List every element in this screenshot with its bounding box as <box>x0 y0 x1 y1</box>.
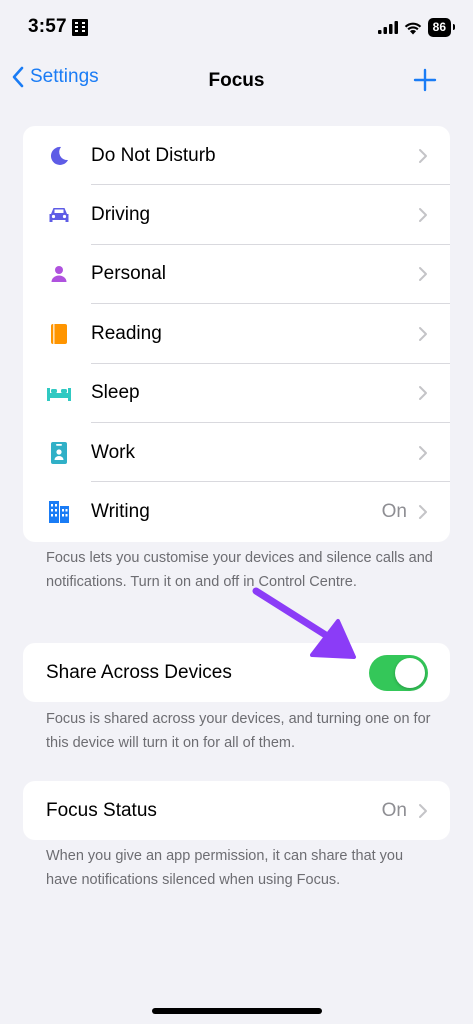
chevron-right-icon <box>419 208 427 223</box>
focus-status-label: Focus Status <box>46 799 157 821</box>
focus-mode-driving[interactable]: Driving <box>23 185 450 245</box>
focus-mode-sleep[interactable]: Sleep <box>23 364 450 423</box>
building-icon <box>49 501 69 524</box>
moon-icon <box>50 146 68 165</box>
building-status-icon <box>72 19 88 36</box>
focus-description: Focus lets you customise your devices an… <box>46 550 433 590</box>
status-bar: 3:57 86 <box>0 0 473 56</box>
chevron-right-icon <box>419 267 427 282</box>
focus-mode-label: Personal <box>91 263 166 285</box>
focus-mode-reading[interactable]: Reading <box>23 304 450 364</box>
share-across-devices-row: Share Across Devices <box>23 643 450 702</box>
chevron-right-icon <box>419 148 427 163</box>
focus-mode-label: Writing <box>91 501 150 523</box>
home-indicator[interactable] <box>152 1008 322 1014</box>
focus-mode-label: Work <box>91 441 135 463</box>
focus-mode-status: On <box>381 501 407 523</box>
focus-mode-label: Sleep <box>91 382 140 404</box>
battery-indicator: 86 <box>427 18 456 37</box>
chevron-right-icon <box>419 505 427 520</box>
focus-mode-label: Driving <box>91 204 151 226</box>
focus-mode-label: Do Not Disturb <box>91 144 216 166</box>
share-description: Focus is shared across your devices, and… <box>46 711 431 751</box>
share-across-devices-label: Share Across Devices <box>46 661 232 683</box>
car-icon <box>49 208 69 223</box>
chevron-right-icon <box>419 445 427 460</box>
focus-modes-list: Do Not Disturb Driving Personal Reading <box>23 126 450 542</box>
navigation-bar: Settings Focus <box>0 58 473 102</box>
focus-status-description: When you give an app permission, it can … <box>46 848 404 888</box>
id-badge-icon <box>51 441 67 464</box>
focus-status-value: On <box>381 799 407 821</box>
book-icon <box>51 323 67 344</box>
wifi-icon <box>404 22 421 34</box>
focus-status-row[interactable]: Focus Status On <box>23 781 450 840</box>
chevron-right-icon <box>419 326 427 341</box>
add-icon[interactable] <box>413 68 437 92</box>
status-time: 3:57 <box>28 16 67 37</box>
page-title: Focus <box>208 70 265 91</box>
share-across-devices-toggle[interactable] <box>369 655 428 691</box>
focus-mode-work[interactable]: Work <box>23 423 450 483</box>
annotation-arrow-icon <box>252 587 356 659</box>
share-across-devices-group: Share Across Devices <box>23 643 450 703</box>
person-icon <box>51 266 67 283</box>
focus-mode-label: Reading <box>91 322 162 344</box>
chevron-right-icon <box>419 386 427 401</box>
focus-mode-do-not-disturb[interactable]: Do Not Disturb <box>23 126 450 186</box>
focus-status-group: Focus Status On <box>23 781 450 841</box>
bed-icon <box>47 388 71 402</box>
cellular-signal-icon <box>377 21 398 34</box>
focus-mode-writing[interactable]: Writing On <box>23 482 450 541</box>
toggle-knob <box>395 658 425 688</box>
focus-mode-personal[interactable]: Personal <box>23 245 450 305</box>
chevron-right-icon <box>419 803 427 818</box>
